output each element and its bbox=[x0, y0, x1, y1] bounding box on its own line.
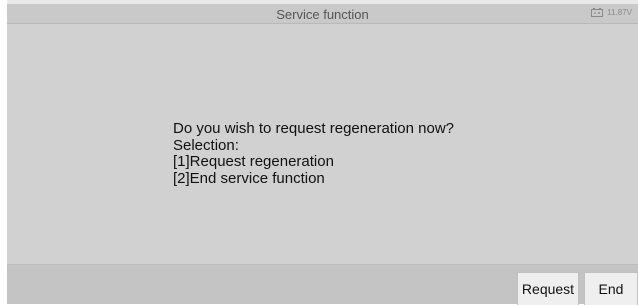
option-end-service-function: [2]End service function bbox=[173, 169, 325, 187]
battery-icon bbox=[591, 8, 604, 17]
selection-label: Selection: bbox=[173, 136, 239, 154]
device-screen: Service function 11.87V Do you wish to r… bbox=[7, 0, 638, 305]
dialog-question: Do you wish to request regeneration now? bbox=[173, 120, 455, 137]
battery-status: 11.87V bbox=[591, 8, 632, 17]
dialog-content: Do you wish to request regeneration now?… bbox=[7, 24, 638, 264]
title-bar: Service function 11.87V bbox=[7, 0, 638, 24]
end-button[interactable]: End bbox=[584, 272, 638, 305]
request-button[interactable]: Request bbox=[517, 272, 579, 305]
battery-voltage: 11.87V bbox=[607, 8, 632, 17]
bottom-toolbar: Request End bbox=[7, 264, 638, 305]
dialog-message: Do you wish to request regeneration now?… bbox=[173, 120, 455, 187]
page-title: Service function bbox=[276, 7, 369, 22]
option-request-regeneration: [1]Request regeneration bbox=[173, 153, 334, 170]
